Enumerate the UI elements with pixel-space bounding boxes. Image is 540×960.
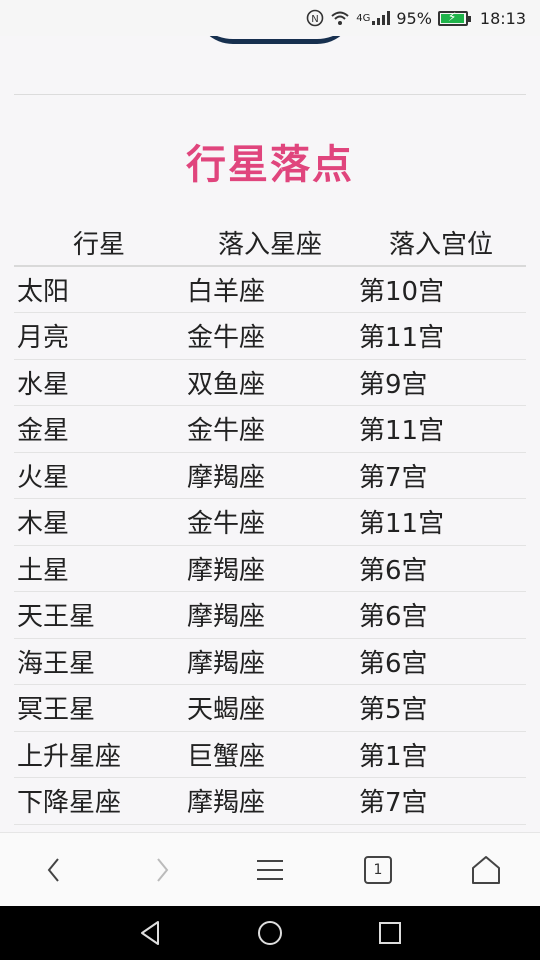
- menu-button[interactable]: [240, 833, 300, 907]
- tabs-button[interactable]: 1: [348, 833, 408, 907]
- back-button[interactable]: [24, 833, 84, 907]
- sign-cell: 摩羯座: [184, 452, 356, 499]
- chevron-right-icon: [157, 858, 169, 882]
- house-cell: 第1宫: [356, 731, 526, 778]
- planet-cell: 天王星: [14, 591, 184, 639]
- sign-cell: 摩羯座: [184, 591, 356, 639]
- planet-cell: 金星: [14, 405, 184, 453]
- column-header-planet: 行星: [14, 220, 184, 267]
- table-row: 上升星座 巨蟹座 第1宫: [14, 731, 526, 778]
- planet-cell: 火星: [14, 452, 184, 499]
- table-header-row: 行星 落入星座 落入宫位: [14, 220, 526, 267]
- header-arc-decoration: [195, 36, 355, 44]
- square-recents-icon: [379, 922, 401, 944]
- clock: 18:13: [479, 8, 526, 28]
- sign-cell: 白羊座: [184, 266, 356, 313]
- battery-percent: 95%: [396, 8, 432, 28]
- network-type-label: 4G: [356, 12, 371, 24]
- house-cell: 第6宫: [356, 638, 526, 685]
- house-cell: 第6宫: [356, 591, 526, 639]
- house-cell: 第9宫: [356, 359, 526, 406]
- house-cell: 第11宫: [356, 498, 526, 546]
- house-cell: 第7宫: [356, 452, 526, 499]
- browser-nav-bar: 1: [0, 832, 540, 906]
- planet-cell: 太阳: [14, 266, 184, 313]
- planet-cell: 月亮: [14, 312, 184, 360]
- signal-icon: 4G: [356, 11, 391, 25]
- column-header-sign: 落入星座: [184, 220, 356, 267]
- sign-cell: 金牛座: [184, 498, 356, 546]
- house-cell: 第7宫: [356, 777, 526, 825]
- system-navigation-bar: [0, 906, 540, 960]
- circle-home-icon: [258, 921, 282, 945]
- sign-cell: 巨蟹座: [184, 731, 356, 778]
- house-cell: 第11宫: [356, 405, 526, 453]
- nfc-icon: N: [306, 9, 324, 27]
- triangle-back-icon: [141, 921, 159, 945]
- tabs-icon: 1: [364, 856, 392, 884]
- svg-text:N: N: [311, 14, 318, 25]
- house-cell: 第10宫: [356, 266, 526, 313]
- planet-cell: 上升星座: [14, 731, 184, 778]
- table-row: 冥王星 天蝎座 第5宫: [14, 684, 526, 732]
- system-back-button[interactable]: [120, 906, 180, 960]
- planet-cell: 水星: [14, 359, 184, 406]
- sign-cell: 天蝎座: [184, 684, 356, 732]
- table-row: 土星 摩羯座 第6宫: [14, 545, 526, 592]
- planet-cell: 下降星座: [14, 777, 184, 825]
- menu-icon: [257, 860, 283, 880]
- wifi-icon: [330, 10, 350, 26]
- battery-icon: ⚡: [437, 10, 471, 26]
- planet-cell: 土星: [14, 545, 184, 592]
- page-title: 行星落点: [186, 142, 354, 188]
- table-row: 木星 金牛座 第11宫: [14, 498, 526, 546]
- table-row: 天王星 摩羯座 第6宫: [14, 591, 526, 639]
- house-cell: 第11宫: [356, 312, 526, 360]
- table-row: 下降星座 摩羯座 第7宫: [14, 777, 526, 825]
- planet-placement-table: 行星 落入星座 落入宫位 太阳 白羊座 第10宫 月亮 金牛座 第11宫 水星 双鱼座 第9…: [14, 220, 526, 825]
- home-button[interactable]: [456, 833, 516, 907]
- planet-cell: 木星: [14, 498, 184, 546]
- sign-cell: 金牛座: [184, 312, 356, 360]
- sign-cell: 摩羯座: [184, 777, 356, 825]
- table-row: 水星 双鱼座 第9宫: [14, 359, 526, 406]
- status-bar: N 4G 95% ⚡ 18:13: [0, 0, 540, 36]
- sign-cell: 摩羯座: [184, 638, 356, 685]
- planet-cell: 海王星: [14, 638, 184, 685]
- tab-count: 1: [373, 862, 383, 878]
- system-recents-button[interactable]: [360, 906, 420, 960]
- sign-cell: 摩羯座: [184, 545, 356, 592]
- sign-cell: 金牛座: [184, 405, 356, 453]
- house-cell: 第5宫: [356, 684, 526, 732]
- chevron-left-icon: [47, 858, 59, 882]
- table-row: 太阳 白羊座 第10宫: [14, 266, 526, 313]
- divider: [14, 94, 526, 95]
- forward-button[interactable]: [132, 833, 192, 907]
- column-header-house: 落入宫位: [356, 220, 526, 267]
- table-row: 月亮 金牛座 第11宫: [14, 312, 526, 360]
- sign-cell: 双鱼座: [184, 359, 356, 406]
- system-home-button[interactable]: [240, 906, 300, 960]
- table-row: 海王星 摩羯座 第6宫: [14, 638, 526, 685]
- page-content: 行星落点 行星 落入星座 落入宫位 太阳 白羊座 第10宫 月亮 金牛座 第11宫 水星…: [0, 36, 540, 832]
- table-row: 金星 金牛座 第11宫: [14, 405, 526, 453]
- table-row: 火星 摩羯座 第7宫: [14, 452, 526, 499]
- planet-cell: 冥王星: [14, 684, 184, 732]
- home-icon: [472, 856, 500, 884]
- house-cell: 第6宫: [356, 545, 526, 592]
